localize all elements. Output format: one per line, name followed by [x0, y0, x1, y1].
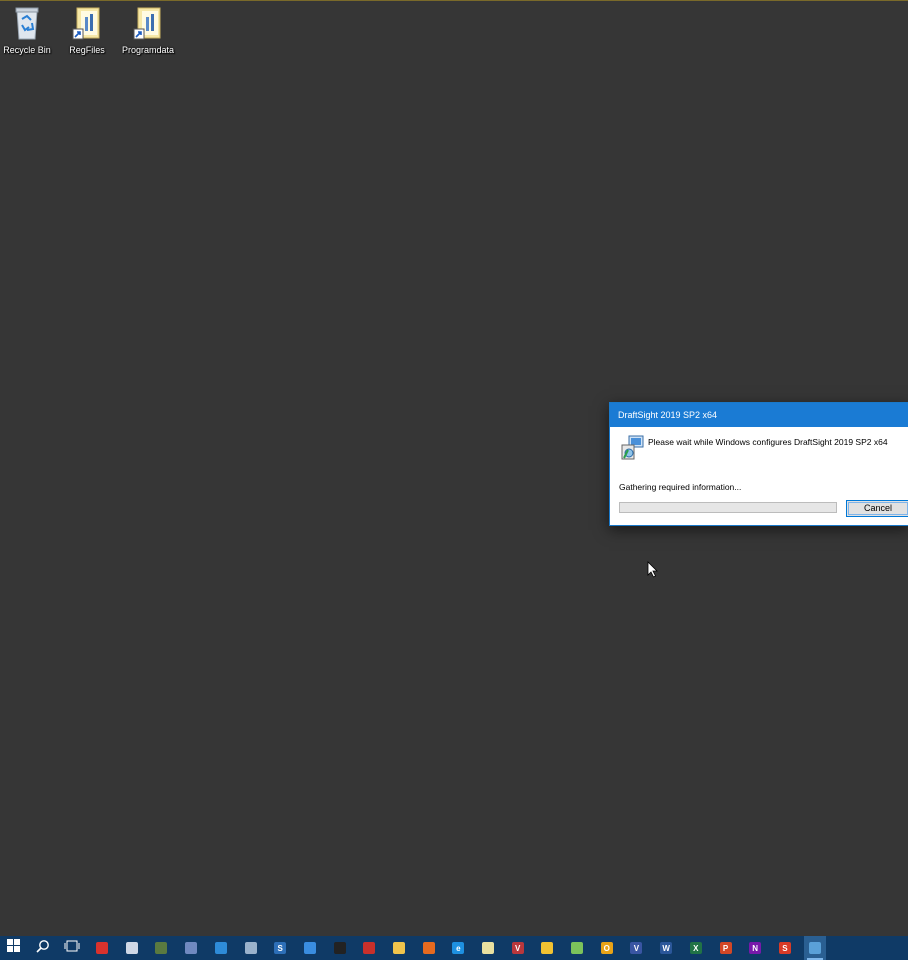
installer-dialog: DraftSight 2019 SP2 x64 Please wait whil…: [609, 402, 908, 526]
taskbar-glyph: S: [277, 943, 283, 953]
taskbar-button-network-app[interactable]: [240, 936, 262, 960]
taskbar-button-installer[interactable]: [803, 936, 826, 960]
desktop-icon-label: Programdata: [121, 45, 175, 55]
taskbar-button-notepad[interactable]: [121, 936, 143, 960]
taskbar-glyph: V: [515, 943, 521, 953]
taskbar-button-teamviewer[interactable]: [210, 936, 232, 960]
folder-shortcut-icon: [132, 5, 164, 41]
taskbar-button-s-app[interactable]: S: [269, 936, 291, 960]
desktop: Recycle Bin RegFiles Programdata DraftSi…: [0, 0, 908, 936]
word-icon: W: [660, 942, 673, 954]
taskbar-button-vz-app[interactable]: V: [507, 936, 529, 960]
app-2019-icon: [155, 942, 168, 954]
visio-icon: V: [630, 942, 643, 954]
vz-icon: V: [511, 942, 524, 954]
windows-start-icon: [6, 939, 20, 957]
installer-icon: [619, 435, 645, 461]
remote-icon: [214, 942, 227, 954]
taskbar-button-onenote[interactable]: N: [744, 936, 766, 960]
taskbar-button-cmd[interactable]: [329, 936, 351, 960]
taskbar-button-shield-app[interactable]: [91, 936, 113, 960]
taskbar-button-task-view[interactable]: [61, 936, 83, 960]
taskbar-button-edge-app[interactable]: [299, 936, 321, 960]
firefox-icon: [422, 942, 435, 954]
folder-icon: [392, 942, 405, 954]
taskbar-button-s-red-app[interactable]: S: [774, 936, 796, 960]
notes-icon: [482, 942, 494, 954]
recycle-bin-icon: [11, 5, 43, 41]
shield-icon: [96, 942, 109, 954]
terminal-icon: [333, 942, 346, 954]
internet-explorer-icon: e: [452, 942, 465, 954]
network-icon: [244, 942, 257, 954]
taskbar-button-folder-app[interactable]: [536, 936, 558, 960]
dialog-message: Please wait while Windows configures Dra…: [648, 437, 888, 447]
taskbar-button-search[interactable]: [32, 936, 54, 960]
chat-icon: [571, 942, 584, 954]
taskbar-glyph: W: [662, 943, 670, 953]
o-app-icon: O: [600, 942, 613, 954]
taskbar-button-start[interactable]: [2, 936, 24, 960]
taskbar-button-powerpoint[interactable]: P: [715, 936, 737, 960]
desktop-icon-regfiles[interactable]: RegFiles: [57, 5, 117, 55]
dialog-status: Gathering required information...: [619, 482, 742, 492]
taskbar-button-word[interactable]: W: [655, 936, 677, 960]
progress-bar: [619, 502, 837, 513]
desktop-icon-label: RegFiles: [69, 45, 105, 55]
taskbar-button-note-app[interactable]: [477, 936, 499, 960]
cancel-button[interactable]: Cancel: [846, 500, 908, 517]
taskbar-button-red-app[interactable]: [358, 936, 380, 960]
tool-icon: [363, 942, 376, 954]
desktop-icon-recycle-bin[interactable]: Recycle Bin: [0, 5, 57, 55]
taskbar-glyph: X: [693, 943, 699, 953]
taskbar-button-globe-app[interactable]: [180, 936, 202, 960]
dialog-title[interactable]: DraftSight 2019 SP2 x64: [610, 403, 908, 427]
dialog-body: Please wait while Windows configures Dra…: [610, 427, 908, 525]
desktop-icon-programdata[interactable]: Programdata: [118, 5, 178, 55]
taskbar-glyph: V: [633, 943, 640, 953]
taskbar-button-chat-app[interactable]: [566, 936, 588, 960]
powerpoint-icon: P: [719, 942, 732, 954]
installer-icon: [808, 942, 821, 954]
mouse-cursor-icon: [647, 561, 658, 583]
excel-icon: X: [689, 942, 702, 954]
document-icon: [125, 942, 138, 954]
s-red-icon: S: [778, 942, 791, 954]
taskbar-glyph: S: [782, 943, 788, 953]
onenote-icon: N: [749, 942, 762, 954]
taskbar-button-file-explorer[interactable]: [388, 936, 410, 960]
desktop-icon-label: Recycle Bin: [3, 45, 51, 55]
s-app-icon: S: [274, 942, 287, 954]
folder-star-icon: [541, 942, 554, 954]
taskbar-glyph: O: [603, 943, 610, 953]
taskbar-glyph: N: [752, 943, 759, 953]
edge-icon: [303, 942, 316, 954]
taskbar-button-app-2019[interactable]: [150, 936, 172, 960]
folder-shortcut-icon: [71, 5, 103, 41]
taskbar-glyph: e: [456, 943, 461, 953]
taskbar-button-outlook-yellow[interactable]: O: [596, 936, 618, 960]
taskbar-button-firefox[interactable]: [418, 936, 440, 960]
globe-icon: [185, 942, 198, 954]
taskbar-button-excel[interactable]: X: [685, 936, 707, 960]
taskbar-button-ie[interactable]: e: [447, 936, 469, 960]
task-view-icon: [64, 939, 80, 957]
taskbar-glyph: P: [722, 943, 729, 953]
taskbar: Se V O V W X P N S: [0, 936, 908, 960]
search-icon: [36, 939, 50, 958]
taskbar-button-visio[interactable]: V: [625, 936, 647, 960]
